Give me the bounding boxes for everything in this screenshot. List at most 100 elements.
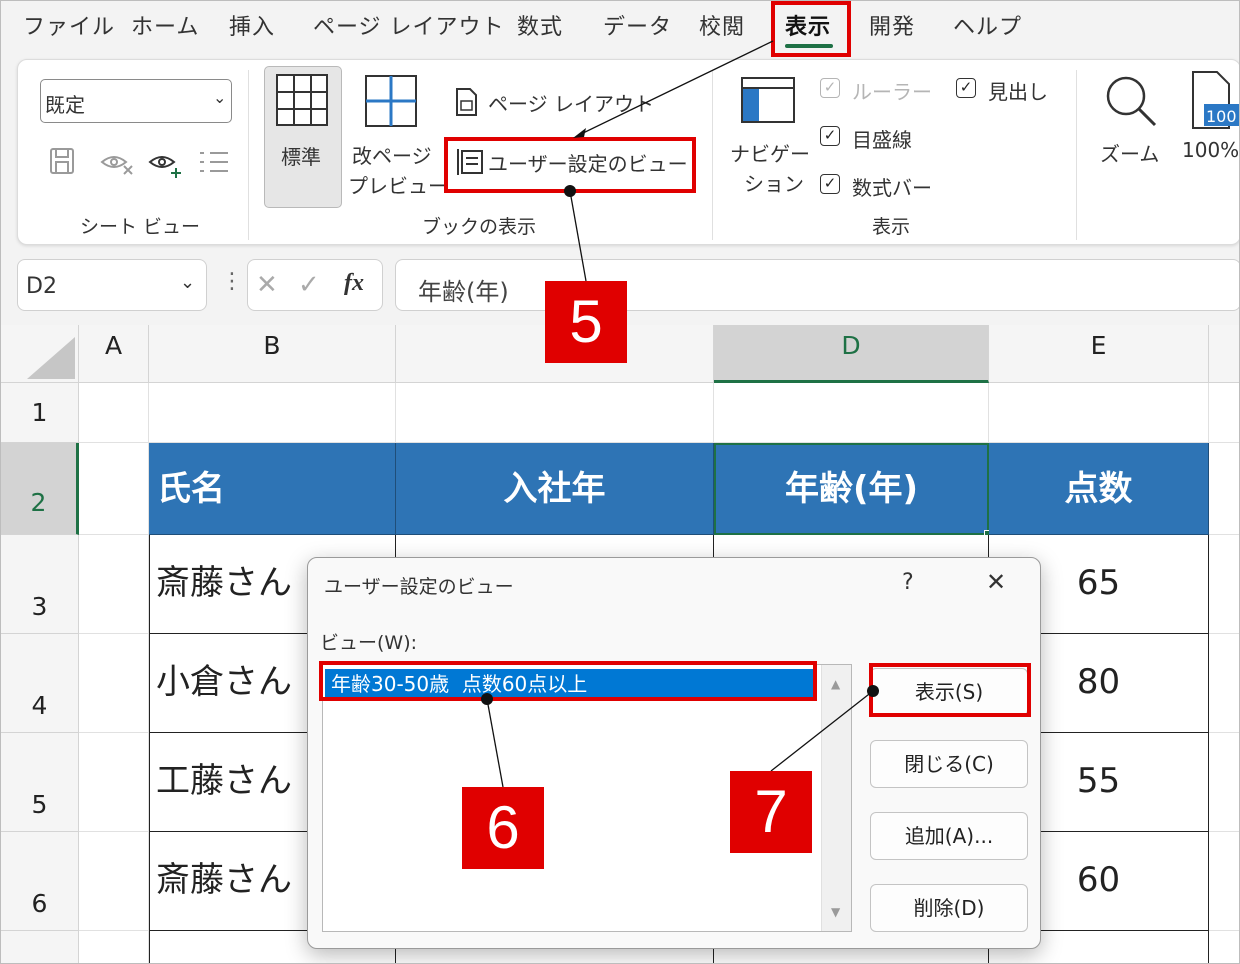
view-list-label: ビュー(W): <box>320 632 418 654</box>
menu-data[interactable]: データ <box>603 9 672 41</box>
scroll-up-icon[interactable]: ▲ <box>831 677 840 691</box>
ruler-checkbox[interactable]: ✓ <box>820 78 840 98</box>
cell-f4[interactable] <box>1209 634 1239 733</box>
cell-f1[interactable] <box>1209 383 1239 443</box>
menu-page-layout[interactable]: ページ レイアウト <box>313 9 505 41</box>
formula-bar-label: 数式バー <box>852 176 932 200</box>
sheet-view-icons <box>50 148 228 178</box>
sheet-view-group-label: シート ビュー <box>80 216 201 238</box>
headings-checkbox[interactable]: ✓ <box>956 78 976 98</box>
name-box[interactable]: D2 ⌄ <box>17 259 207 311</box>
cell-f3[interactable] <box>1209 535 1239 634</box>
cell-b1[interactable] <box>149 383 396 443</box>
highlight-view-list-item <box>319 661 817 701</box>
cell-a5[interactable] <box>79 733 149 832</box>
cell-a4[interactable] <box>79 634 149 733</box>
cell-a3[interactable] <box>79 535 149 634</box>
column-header-d[interactable]: D <box>714 325 989 383</box>
menu-home[interactable]: ホーム <box>131 9 199 41</box>
leader-dot-6 <box>481 693 493 705</box>
gridlines-label: 目盛線 <box>852 128 912 152</box>
row-header-3[interactable]: 3 <box>1 535 79 634</box>
table-header-age[interactable]: 年齢(年) <box>714 443 989 535</box>
group-separator <box>712 70 713 240</box>
formula-bar-checkbox[interactable]: ✓ <box>820 174 840 194</box>
row-header-7[interactable] <box>1 931 79 963</box>
navigation-label-2: ション <box>744 172 804 196</box>
menu-help[interactable]: ヘルプ <box>953 9 1022 41</box>
cell-d1[interactable] <box>714 383 989 443</box>
cell-a2[interactable] <box>79 443 149 535</box>
row-header-2[interactable]: 2 <box>1 443 79 535</box>
cell-f2[interactable] <box>1209 443 1239 535</box>
close-icon[interactable]: ✕ <box>986 568 1006 596</box>
insert-function-icon[interactable]: fx <box>344 270 364 297</box>
cell-f6[interactable] <box>1209 832 1239 931</box>
menu-formulas[interactable]: 数式 <box>517 9 563 41</box>
menu-file[interactable]: ファイル <box>23 9 115 41</box>
column-header-a[interactable]: A <box>79 325 149 383</box>
close-dialog-button[interactable]: 閉じる(C) <box>870 740 1028 788</box>
show-group-label: 表示 <box>872 216 911 238</box>
add-view-button[interactable]: 追加(A)... <box>870 812 1028 860</box>
enter-icon[interactable]: ✓ <box>298 270 320 300</box>
gridlines-checkbox[interactable]: ✓ <box>820 126 840 146</box>
menu-review[interactable]: 校閲 <box>699 9 745 41</box>
zoom-button[interactable]: ズーム <box>1096 70 1168 170</box>
menu-insert[interactable]: 挿入 <box>229 9 275 41</box>
highlight-view-tab <box>771 1 851 57</box>
table-header-join-year[interactable]: 入社年 <box>396 443 714 535</box>
navigation-button[interactable]: ナビゲー ション <box>724 70 810 200</box>
page-break-preview-button[interactable]: 改ページ プレビュー <box>348 66 448 208</box>
cell-e1[interactable] <box>989 383 1209 443</box>
help-button[interactable]: ? <box>902 570 914 595</box>
menu-bar: ファイル ホーム 挿入 ページ レイアウト 数式 データ 校閲 表示 開発 ヘル… <box>1 1 1239 57</box>
sheet-view-select[interactable]: 既定 ⌄ <box>40 79 232 123</box>
row-header-6[interactable]: 6 <box>1 832 79 931</box>
cell-a1[interactable] <box>79 383 149 443</box>
select-all-triangle-icon <box>27 337 75 379</box>
navigation-label-1: ナビゲー <box>730 142 810 166</box>
highlight-show-button <box>869 663 1031 717</box>
cell-a6[interactable] <box>79 832 149 931</box>
options-list-icon <box>200 152 228 172</box>
cell-c1[interactable] <box>396 383 714 443</box>
row-header-1[interactable]: 1 <box>1 383 79 443</box>
column-header-f[interactable] <box>1209 325 1239 383</box>
new-view-icon <box>148 156 181 178</box>
normal-view-button[interactable]: 標準 <box>264 66 342 208</box>
formula-input-value: 年齢(年) <box>418 278 509 306</box>
callout-7: 7 <box>730 771 812 853</box>
save-view-icon <box>50 148 74 174</box>
cell-a7[interactable] <box>79 931 149 963</box>
listbox-scrollbar[interactable]: ▲ ▼ <box>821 665 851 931</box>
chevron-down-icon: ⌄ <box>213 88 227 107</box>
column-header-e[interactable]: E <box>989 325 1209 383</box>
cancel-icon[interactable]: ✕ <box>256 270 278 300</box>
scroll-down-icon[interactable]: ▼ <box>831 905 840 919</box>
navigation-pane-icon <box>741 77 795 123</box>
custom-views-dialog: ユーザー設定のビュー ? ✕ ビュー(W): 年齢30-50歳 点数60点以上 … <box>307 557 1041 949</box>
formula-controls: ✕ ✓ fx <box>247 259 383 311</box>
excel-window: ファイル ホーム 挿入 ページ レイアウト 数式 データ 校閲 表示 開発 ヘル… <box>0 0 1240 964</box>
table-header-name[interactable]: 氏名 <box>149 443 396 535</box>
cell-f5[interactable] <box>1209 733 1239 832</box>
group-separator <box>248 70 249 240</box>
row-header-5[interactable]: 5 <box>1 733 79 832</box>
ruler-label: ルーラー <box>852 80 932 104</box>
zoom-100-icon-text: 100 <box>1206 107 1237 126</box>
delete-view-button[interactable]: 削除(D) <box>870 884 1028 932</box>
formula-input[interactable]: 年齢(年) <box>395 259 1239 311</box>
zoom-label: ズーム <box>1100 142 1160 166</box>
menu-developer[interactable]: 開発 <box>869 9 915 41</box>
column-header-b[interactable]: B <box>149 325 396 383</box>
normal-view-label: 標準 <box>281 145 321 169</box>
page-layout-button[interactable]: ページ レイアウト <box>452 84 654 120</box>
select-all-corner[interactable] <box>1 325 79 383</box>
more-options-icon: ⋮ <box>221 269 243 294</box>
row-header-4[interactable]: 4 <box>1 634 79 733</box>
zoom-100-button[interactable]: 100 100% <box>1176 70 1239 170</box>
workbook-views-group-label: ブックの表示 <box>422 216 537 238</box>
table-header-score[interactable]: 点数 <box>989 443 1209 535</box>
callout-5: 5 <box>545 281 627 363</box>
